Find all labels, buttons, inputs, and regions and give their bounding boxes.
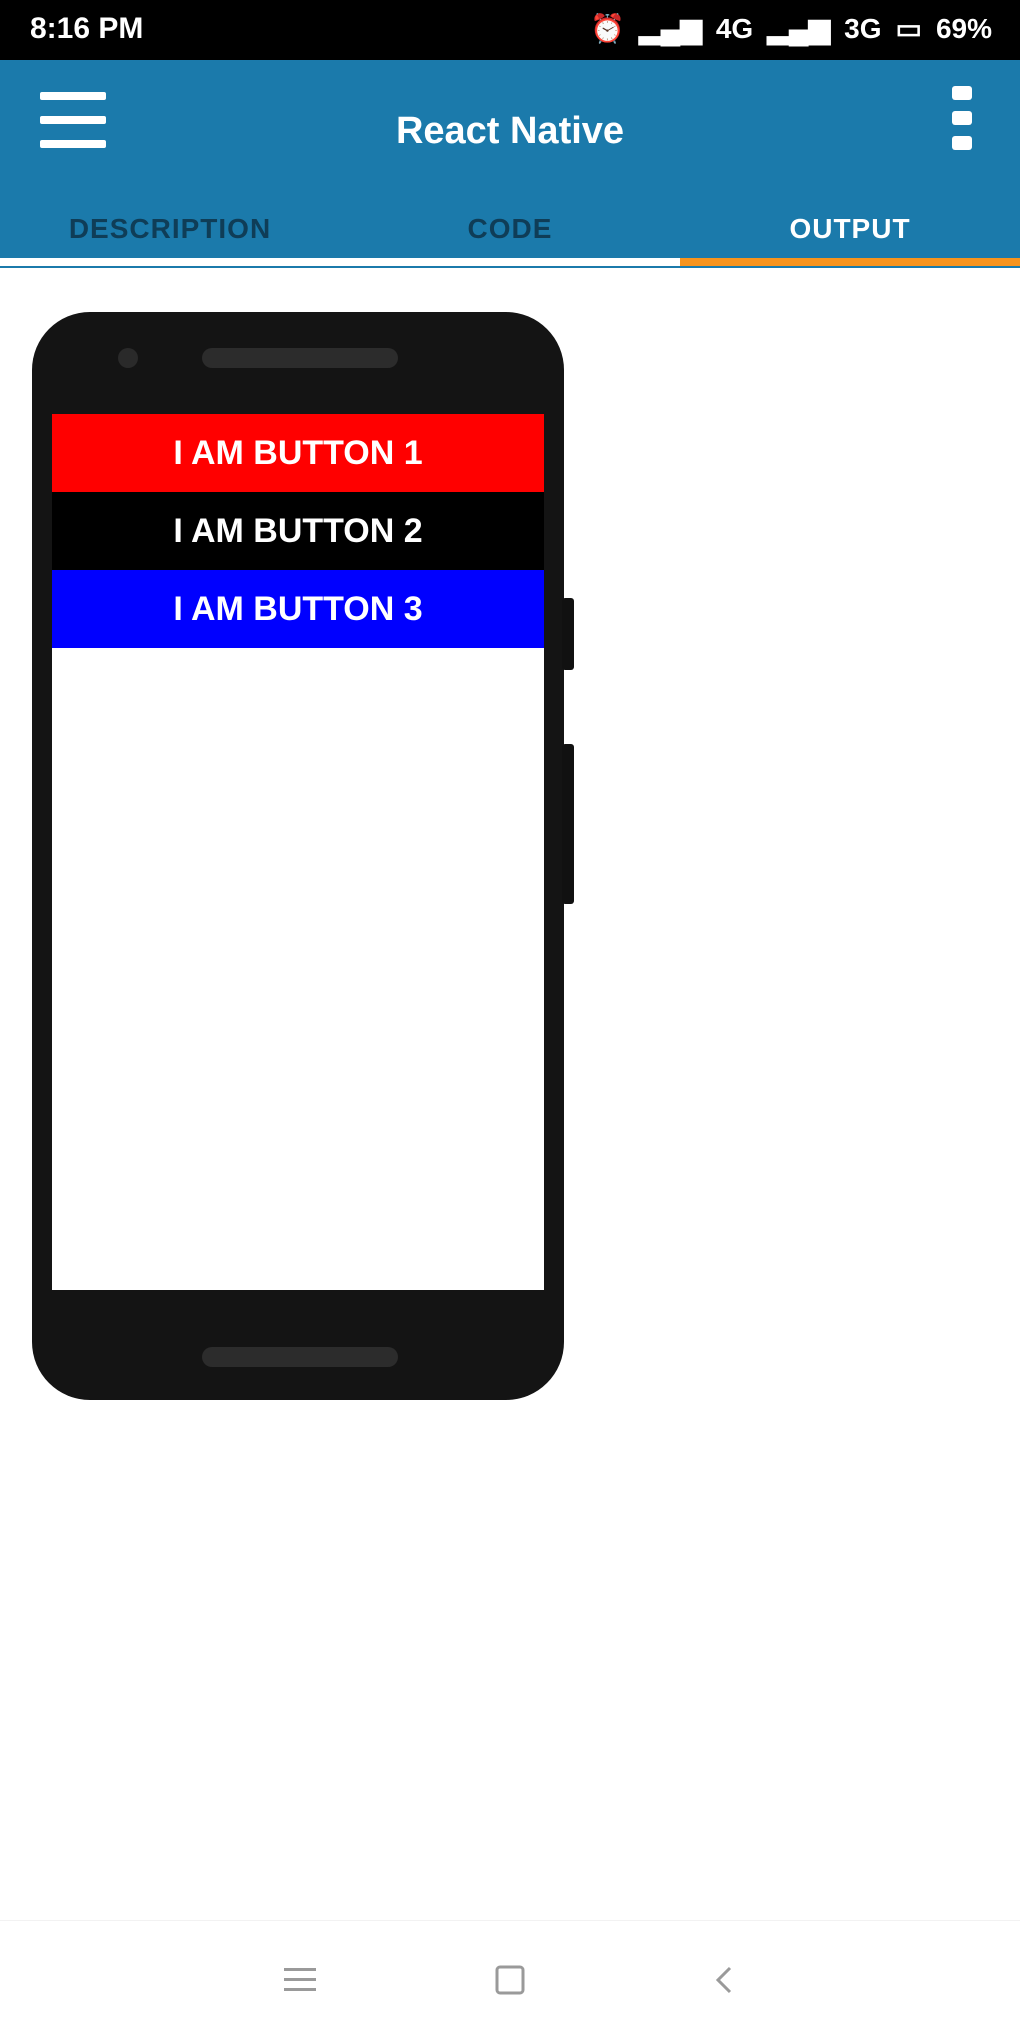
home-icon[interactable] — [486, 1956, 534, 2004]
phone-side-button — [562, 744, 574, 904]
phone-speaker-bottom — [202, 1347, 398, 1367]
status-time: 8:16 PM — [30, 12, 144, 45]
tab-track — [0, 258, 680, 266]
network-label-1: 4G — [715, 12, 754, 44]
signal-icon-2: ▂▄▆ — [767, 13, 831, 44]
status-bar: 8:16 PM ⏰ ▂▄▆ 4G ▂▄▆ 3G ▭ 69% — [0, 0, 1020, 60]
phone-side-button — [562, 598, 574, 670]
tab-code[interactable]: CODE — [340, 213, 680, 253]
phone-speaker-top — [202, 348, 398, 368]
signal-icon: ▂▄▆ — [638, 13, 702, 44]
status-icons: ⏰ ▂▄▆ 4G ▂▄▆ 3G ▭ 69% — [590, 12, 992, 45]
tab-output[interactable]: OUTPUT — [680, 213, 1020, 253]
alarm-icon: ⏰ — [590, 13, 625, 44]
demo-button-3[interactable]: I AM BUTTON 3 — [52, 570, 544, 648]
recents-icon[interactable] — [276, 1956, 324, 2004]
back-icon[interactable] — [700, 1956, 748, 2004]
demo-button-2[interactable]: I AM BUTTON 2 — [52, 492, 544, 570]
demo-button-1[interactable]: I AM BUTTON 1 — [52, 414, 544, 492]
network-label-2: 3G — [844, 12, 882, 44]
tab-description[interactable]: DESCRIPTION — [0, 213, 340, 253]
app-title: React Native — [395, 110, 625, 152]
more-vert-icon[interactable] — [948, 86, 976, 150]
tab-indicator — [680, 258, 1020, 266]
phone-camera — [118, 348, 138, 368]
battery-icon: ▭ — [895, 13, 922, 44]
battery-percent: 69% — [935, 12, 992, 44]
